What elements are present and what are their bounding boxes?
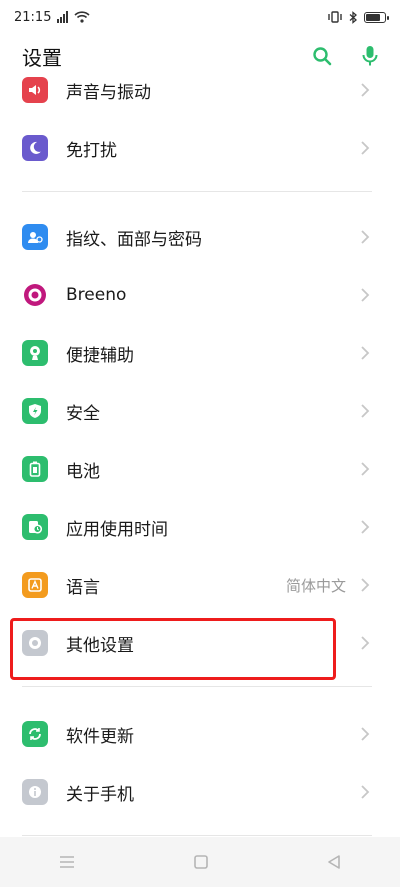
section-divider [22,686,372,687]
list-item-app-usage-time[interactable]: 应用使用时间 [0,498,400,556]
list-item-language[interactable]: 语言 简体中文 [0,556,400,614]
chevron-right-icon [361,520,370,534]
language-icon [22,572,48,598]
chevron-right-icon [361,636,370,650]
list-item-label: Breeno [66,285,127,305]
bluetooth-icon [349,10,357,24]
list-item-assist[interactable]: 便捷辅助 [0,324,400,382]
list-item-about-phone[interactable]: 关于手机 [0,763,400,821]
highlight-box [10,618,336,680]
info-icon [22,779,48,805]
signal-icon [57,11,69,23]
list-item-label: 语言 [66,577,100,598]
list-item-fingerprint[interactable]: 指纹、面部与密码 [0,208,400,266]
list-item-breeno[interactable]: Breeno [0,266,400,324]
list-item-label: 指纹、面部与密码 [66,229,202,250]
battery-status-icon [364,11,389,23]
status-bar: 21:15 [0,0,400,34]
chevron-right-icon [361,578,370,592]
navigation-bar [0,837,400,887]
list-item-software-update[interactable]: 软件更新 [0,705,400,763]
battery-icon [22,456,48,482]
list-item-label: 应用使用时间 [66,519,168,540]
back-icon[interactable] [327,855,341,869]
list-item-label: 便捷辅助 [66,345,134,366]
chevron-right-icon [361,288,370,302]
section-divider [22,191,372,192]
chevron-right-icon [361,727,370,741]
update-icon [22,721,48,747]
chevron-right-icon [361,462,370,476]
list-item-label: 声音与振动 [66,82,151,103]
chevron-right-icon [361,230,370,244]
list-item-security[interactable]: 安全 [0,382,400,440]
list-item-label: 软件更新 [66,726,134,747]
shield-icon [22,398,48,424]
app-time-icon [22,514,48,540]
chevron-right-icon [361,83,370,97]
assist-icon [22,340,48,366]
language-value: 简体中文 [285,576,346,595]
chevron-right-icon [361,141,370,155]
list-item-label: 电池 [66,461,100,482]
list-item-battery[interactable]: 电池 [0,440,400,498]
list-item-label: 免打扰 [66,140,117,161]
chevron-right-icon [361,404,370,418]
home-icon[interactable] [194,855,208,869]
menu-icon[interactable] [59,855,75,869]
status-left: 21:15 [14,9,91,25]
vibrate-icon [328,11,342,23]
chevron-right-icon [361,785,370,799]
fingerprint-face-icon [22,224,48,250]
list-item-do-not-disturb[interactable]: 免打扰 [0,119,400,177]
sound-icon [22,77,48,103]
section-divider [22,835,372,836]
list-item-sound[interactable]: 声音与振动 [0,61,400,119]
list-item-label: 安全 [66,403,100,424]
list-item-label: 关于手机 [66,784,134,805]
wifi-icon [74,11,91,23]
status-time: 21:15 [14,9,52,25]
chevron-right-icon [361,346,370,360]
breeno-icon [22,282,48,308]
status-right [327,10,389,24]
moon-icon [22,135,48,161]
